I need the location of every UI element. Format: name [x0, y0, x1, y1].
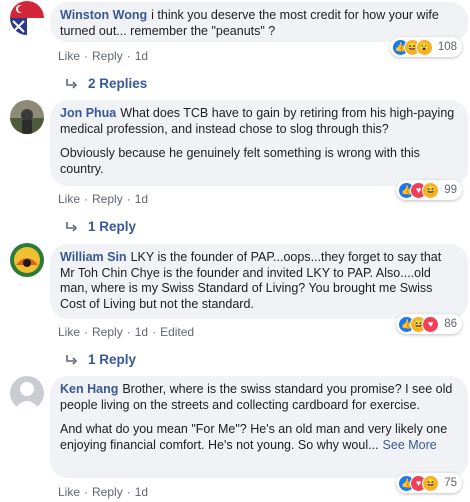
reply-link[interactable]: Reply [92, 325, 123, 339]
comment-time[interactable]: 1d [135, 485, 148, 499]
comment-author[interactable]: William Sin [60, 250, 127, 264]
comment-bubble: Jon Phua What does TCB have to gain by re… [50, 100, 468, 186]
comment-actions: Like · Reply · 1d · Edited [58, 325, 195, 339]
comment-author[interactable]: Ken Hang [60, 382, 118, 396]
comment-text: William Sin LKY is the founder of PAP...o… [60, 250, 442, 311]
comment-time[interactable]: 1d [135, 49, 148, 63]
comment-text: And what do you mean "For Me"? He's an o… [60, 422, 448, 452]
reaction-summary[interactable]: 👍 ♥ 😆 99 [396, 180, 462, 200]
view-replies-link[interactable]: 1 Reply [66, 219, 136, 234]
comment-bubble: Ken Hang Brother, where is the swiss stan… [50, 376, 468, 478]
reply-arrow-icon [66, 78, 78, 89]
edited-label[interactable]: Edited [160, 325, 194, 339]
comment-text: Obviously because he genuinely felt some… [60, 146, 420, 176]
avatar[interactable] [10, 1, 44, 35]
reaction-count: 75 [444, 477, 457, 489]
avatar[interactable] [10, 100, 44, 134]
comment-bubble: William Sin LKY is the founder of PAP...o… [50, 244, 468, 319]
wow-reaction-icon: 😮 [415, 38, 433, 56]
reply-link[interactable]: Reply [92, 485, 123, 499]
comment-actions: Like · Reply · 1d [58, 192, 149, 206]
reply-arrow-icon [66, 221, 78, 232]
reply-link[interactable]: Reply [92, 192, 123, 206]
like-link[interactable]: Like [58, 49, 80, 63]
reaction-count: 99 [444, 184, 457, 196]
reaction-summary[interactable]: 👍 😆 ♥ 86 [396, 314, 462, 334]
like-link[interactable]: Like [58, 192, 80, 206]
reaction-summary[interactable]: 👍 ♥ 😆 75 [396, 473, 462, 493]
haha-reaction-icon: 😆 [422, 181, 440, 199]
see-more-link[interactable]: See More [383, 438, 437, 452]
comment-author[interactable]: Jon Phua [60, 106, 116, 120]
reaction-count: 86 [444, 318, 457, 330]
view-replies-link[interactable]: 1 Reply [66, 352, 136, 367]
like-link[interactable]: Like [58, 325, 80, 339]
haha-reaction-icon: 😆 [422, 474, 440, 492]
comment-text: Winston Wong i think you deserve the most… [60, 8, 439, 38]
reaction-summary[interactable]: 👍 😆 😮 108 [389, 37, 462, 57]
comment-author[interactable]: Winston Wong [60, 8, 147, 22]
reply-link[interactable]: Reply [92, 49, 123, 63]
comment-actions: Like · Reply · 1d [58, 49, 149, 63]
comment-actions: Like · Reply · 1d [58, 485, 149, 499]
comment-bubble: Winston Wong i think you deserve the most… [50, 2, 468, 42]
reaction-count: 108 [437, 41, 457, 53]
avatar[interactable] [10, 376, 44, 410]
view-replies-link[interactable]: 2 Replies [66, 76, 147, 91]
comment-time[interactable]: 1d [135, 325, 148, 339]
avatar[interactable] [10, 243, 44, 277]
comment-text: Ken Hang Brother, where is the swiss stan… [60, 382, 453, 412]
comment-time[interactable]: 1d [135, 192, 148, 206]
love-reaction-icon: ♥ [422, 315, 440, 333]
reply-arrow-icon [66, 354, 78, 365]
like-link[interactable]: Like [58, 485, 80, 499]
comment-text: Jon Phua What does TCB have to gain by re… [60, 106, 455, 136]
